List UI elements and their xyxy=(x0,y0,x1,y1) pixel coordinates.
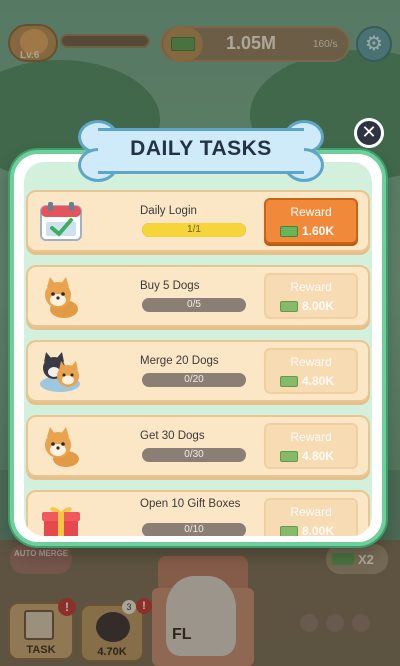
reward-label: Reward xyxy=(290,430,332,444)
task-progress-text: 0/20 xyxy=(184,374,204,385)
close-button[interactable]: ✕ xyxy=(354,118,384,148)
dog-face-icon xyxy=(96,612,130,642)
shiba-dog-icon xyxy=(45,427,79,467)
task-progress-text: 1/1 xyxy=(187,224,201,235)
cash-rate: 160/s xyxy=(313,39,338,50)
task-card-open-gift-boxes: Open 10 Gift Boxes 0/10 Reward 8.00K xyxy=(26,490,370,536)
xp-progress-bar xyxy=(60,34,150,48)
daily-tasks-modal: Daily Login 1/1 Reward 1.60K Buy 5 Dogs … xyxy=(10,150,386,546)
gear-icon: ⚙ xyxy=(365,33,383,55)
reward-label: Reward xyxy=(290,355,332,369)
task-title: Get 30 Dogs xyxy=(140,430,205,442)
task-button-label: TASK xyxy=(26,644,56,656)
reward-button-locked[interactable]: Reward 8.00K xyxy=(264,273,358,319)
x2-boost-button[interactable]: X2 xyxy=(326,544,388,574)
reward-amount: 4.80K xyxy=(302,449,335,463)
dog-count-badge: 3 xyxy=(122,600,136,614)
reward-amount: 1.60K xyxy=(302,224,335,238)
house-label: FL xyxy=(172,626,192,643)
claim-reward-button[interactable]: Reward 1.60K xyxy=(264,198,358,244)
round-button[interactable] xyxy=(300,614,318,632)
cash-icon xyxy=(280,376,298,387)
task-progress-text: 0/30 xyxy=(184,449,204,460)
cash-icon xyxy=(332,553,354,565)
reward-button-locked[interactable]: Reward 4.80K xyxy=(264,348,358,394)
reward-label: Reward xyxy=(290,205,332,219)
task-progress-text: 0/10 xyxy=(184,524,204,535)
task-card-buy-dogs: Buy 5 Dogs 0/5 Reward 8.00K xyxy=(26,265,370,327)
buy-dog-button[interactable]: 4.70K xyxy=(80,604,144,662)
task-alert-badge: ! xyxy=(58,598,76,616)
buy-dog-price: 4.70K xyxy=(97,646,127,658)
task-progress-bar: 0/5 xyxy=(142,298,246,312)
dog-icon xyxy=(166,576,236,656)
task-card-merge-dogs: Merge 20 Dogs 0/20 Reward 4.80K xyxy=(26,340,370,402)
task-progress-bar: 0/30 xyxy=(142,448,246,462)
cash-amount: 1.05M xyxy=(226,33,277,53)
player-level: Lv.6 xyxy=(20,50,40,61)
auto-merge-button[interactable]: AUTO MERGE xyxy=(10,544,72,574)
task-progress-bar: 0/10 xyxy=(142,523,246,536)
task-progress-bar: 0/20 xyxy=(142,373,246,387)
reward-amount: 8.00K xyxy=(302,299,335,313)
task-card-daily-login: Daily Login 1/1 Reward 1.60K xyxy=(26,190,370,252)
reward-button-locked[interactable]: Reward 8.00K xyxy=(264,498,358,536)
cash-icon xyxy=(280,226,298,237)
settings-button[interactable]: ⚙ xyxy=(356,26,392,62)
auto-merge-label: AUTO MERGE xyxy=(13,549,69,558)
dog-house[interactable]: FL xyxy=(148,556,258,666)
reward-amount: 4.80K xyxy=(302,374,335,388)
cash-icon xyxy=(280,526,298,536)
gift-box-icon xyxy=(42,507,80,536)
cash-icon xyxy=(280,301,298,312)
calendar-check-icon xyxy=(40,202,82,241)
reward-label: Reward xyxy=(290,280,332,294)
cash-icon xyxy=(163,26,203,62)
task-title: Open 10 Gift Boxes xyxy=(140,498,241,510)
modal-title: DAILY TASKS xyxy=(130,137,272,160)
modal-body: Daily Login 1/1 Reward 1.60K Buy 5 Dogs … xyxy=(24,162,372,536)
round-button[interactable] xyxy=(352,614,370,632)
reward-label: Reward xyxy=(290,505,332,519)
cash-icon xyxy=(280,451,298,462)
task-progress-bar: 1/1 xyxy=(142,223,246,237)
task-title: Daily Login xyxy=(140,205,197,217)
top-hud: Lv.6 1.05M 160/s ⚙ xyxy=(0,0,400,66)
close-icon: ✕ xyxy=(361,122,377,142)
reward-amount: 8.00K xyxy=(302,524,335,536)
round-button[interactable] xyxy=(326,614,344,632)
task-progress-text: 0/5 xyxy=(187,299,201,310)
merge-dogs-icon xyxy=(40,352,80,392)
clipboard-icon xyxy=(24,610,54,640)
title-banner: DAILY TASKS xyxy=(78,120,324,182)
task-title: Merge 20 Dogs xyxy=(140,355,219,367)
x2-label: X2 xyxy=(358,552,374,567)
shiba-dog-icon xyxy=(45,277,78,318)
task-title: Buy 5 Dogs xyxy=(140,280,200,292)
reward-button-locked[interactable]: Reward 4.80K xyxy=(264,423,358,469)
task-card-get-dogs: Get 30 Dogs 0/30 Reward 4.80K xyxy=(26,415,370,477)
bottom-right-buttons xyxy=(300,614,390,644)
